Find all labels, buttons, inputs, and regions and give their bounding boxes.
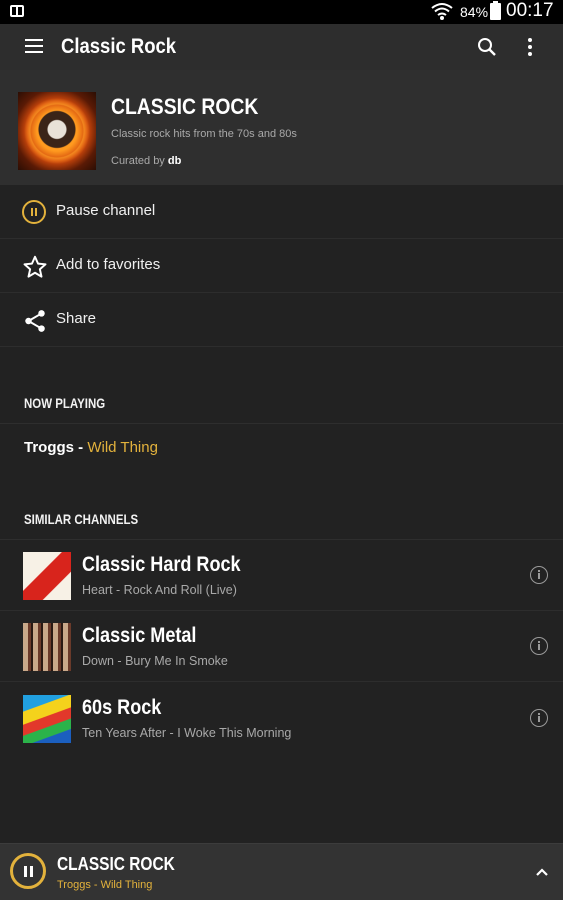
info-icon[interactable] bbox=[530, 566, 548, 584]
similar-channel-name: Classic Hard Rock bbox=[82, 553, 241, 576]
pause-channel-label: Pause channel bbox=[56, 202, 156, 219]
similar-channel-track: Ten Years After - I Woke This Morning bbox=[82, 726, 292, 740]
share-label: Share bbox=[56, 310, 97, 327]
now-playing-title: Wild Thing bbox=[87, 439, 158, 456]
mini-player-track: Troggs - Wild Thing bbox=[57, 879, 153, 891]
curated-prefix: Curated by bbox=[111, 155, 165, 167]
channel-thumbnail bbox=[23, 695, 71, 743]
similar-channels-header: SIMILAR CHANNELS bbox=[24, 511, 139, 527]
similar-channel-name: 60s Rock bbox=[82, 696, 162, 719]
channel-cover-image bbox=[18, 92, 96, 170]
mini-player[interactable]: CLASSIC ROCK Troggs - Wild Thing bbox=[0, 843, 563, 900]
star-outline-icon bbox=[23, 255, 47, 278]
status-bar: 84% 00:17 bbox=[0, 0, 563, 24]
now-playing-track[interactable]: Troggs - Wild Thing bbox=[24, 439, 158, 456]
battery-icon bbox=[490, 1, 501, 20]
page-title: Classic Rock bbox=[61, 35, 177, 58]
channel-header: CLASSIC ROCK Classic rock hits from the … bbox=[0, 70, 563, 185]
similar-channel-item[interactable]: 60s Rock Ten Years After - I Woke This M… bbox=[0, 683, 563, 754]
now-playing-header: NOW PLAYING bbox=[24, 395, 106, 411]
more-options-icon[interactable] bbox=[528, 38, 532, 59]
curator-name[interactable]: db bbox=[168, 155, 181, 167]
notification-icon bbox=[10, 5, 24, 17]
similar-channel-track: Heart - Rock And Roll (Live) bbox=[82, 583, 237, 597]
similar-channel-item[interactable]: Classic Metal Down - Bury Me In Smoke bbox=[0, 611, 563, 682]
share-button[interactable]: Share bbox=[0, 293, 563, 347]
divider bbox=[0, 423, 563, 424]
menu-icon[interactable] bbox=[25, 39, 45, 55]
search-icon[interactable] bbox=[477, 37, 497, 57]
add-to-favorites-button[interactable]: Add to favorites bbox=[0, 239, 563, 293]
channel-thumbnail bbox=[23, 552, 71, 600]
curated-by: Curated by db bbox=[111, 155, 181, 167]
add-to-favorites-label: Add to favorites bbox=[56, 256, 161, 273]
similar-channel-item[interactable]: Classic Hard Rock Heart - Rock And Roll … bbox=[0, 540, 563, 611]
similar-channel-name: Classic Metal bbox=[82, 624, 197, 647]
pause-circle-icon bbox=[22, 200, 48, 226]
pause-channel-button[interactable]: Pause channel bbox=[0, 185, 563, 239]
mini-player-title: CLASSIC ROCK bbox=[57, 854, 175, 874]
clock: 00:17 bbox=[506, 0, 554, 21]
wifi-icon bbox=[431, 3, 453, 20]
chevron-up-icon[interactable] bbox=[535, 867, 549, 877]
info-icon[interactable] bbox=[530, 709, 548, 727]
info-icon[interactable] bbox=[530, 637, 548, 655]
channel-name: CLASSIC ROCK bbox=[111, 94, 259, 119]
app-toolbar: Classic Rock bbox=[0, 24, 563, 70]
similar-channel-track: Down - Bury Me In Smoke bbox=[82, 654, 228, 668]
now-playing-separator: - bbox=[74, 439, 88, 456]
share-icon bbox=[25, 310, 45, 332]
channel-thumbnail bbox=[23, 623, 71, 671]
battery-percent: 84% bbox=[460, 4, 489, 20]
channel-description: Classic rock hits from the 70s and 80s bbox=[111, 128, 297, 140]
pause-button-icon[interactable] bbox=[10, 853, 46, 889]
now-playing-artist: Troggs bbox=[24, 439, 75, 456]
